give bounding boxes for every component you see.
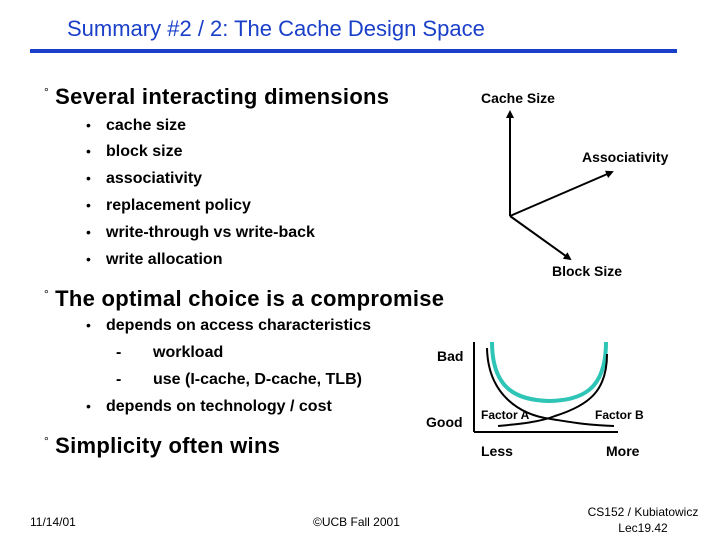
block-size-label: Block Size [552, 263, 623, 279]
associativity-label: Associativity [582, 149, 669, 165]
footer-lecture: Lec19.42 [618, 521, 668, 535]
bad-label: Bad [437, 348, 464, 364]
factor-a-label: Factor A [481, 408, 530, 422]
good-label: Good [426, 414, 463, 430]
footer-copyright: ©UCB Fall 2001 [313, 515, 400, 529]
footer-date: 11/14/01 [30, 515, 76, 529]
block-size-axis [509, 215, 572, 261]
combined-cost-curve [490, 341, 608, 404]
cache-size-label: Cache Size [481, 90, 555, 106]
more-label: More [606, 443, 640, 459]
factor-b-label: Factor B [595, 408, 644, 422]
footer-course: CS152 / Kubiatowicz [587, 505, 699, 519]
associativity-axis [509, 170, 614, 217]
less-label: Less [481, 443, 513, 459]
